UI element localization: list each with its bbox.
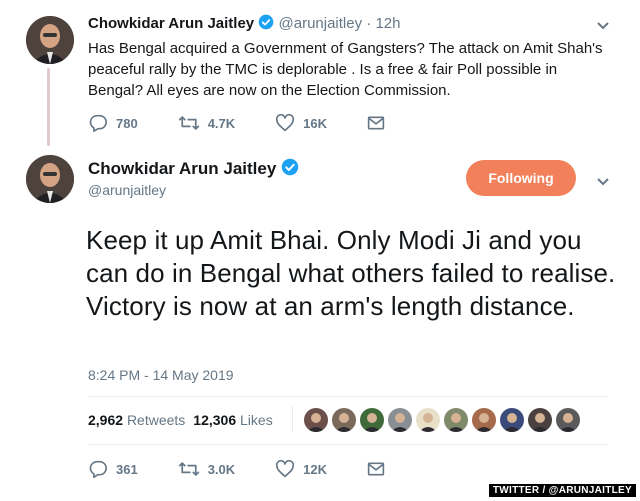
reply-action[interactable]: 361 [88, 460, 138, 478]
reply-tweet-time[interactable]: · 12h [366, 15, 400, 32]
retweet-count: 4.7K [207, 115, 236, 131]
chevron-down-icon[interactable] [596, 18, 610, 36]
main-tweet-text: Keep it up Amit Bhai. Only Modi Ji and y… [86, 225, 616, 321]
verified-icon [281, 158, 299, 181]
main-tweet-avatar[interactable] [26, 155, 74, 203]
liker-avatar[interactable] [444, 408, 468, 432]
reply-count: 361 [116, 461, 138, 477]
reply-tweet-text: Has Bengal acquired a Government of Gang… [88, 40, 603, 99]
verified-icon [258, 14, 274, 34]
like-action[interactable]: 16K [275, 114, 327, 132]
message-icon [367, 115, 385, 131]
message-action[interactable] [367, 460, 385, 478]
reply-tweet-header: Chowkidar Arun Jaitley @arunjaitley · 12… [88, 14, 608, 34]
liker-avatar[interactable] [528, 408, 552, 432]
retweet-count: 3.0K [207, 461, 236, 477]
source-watermark: TWITTER / @ARUNJAITLEY [488, 484, 636, 497]
reply-action[interactable]: 780 [88, 114, 138, 132]
divider [292, 406, 293, 432]
likes-stat-count: 12,306 [193, 412, 237, 428]
retweets-stat-label: Retweets [126, 412, 186, 428]
reply-tweet-actions: 780 4.7K 16K [88, 114, 385, 132]
liker-avatar[interactable] [500, 408, 524, 432]
likes-stat-label: Likes [240, 412, 273, 428]
liker-avatar[interactable] [332, 408, 356, 432]
divider [88, 444, 608, 445]
main-tweet-handle[interactable]: @arunjaitley [88, 182, 166, 198]
reply-icon [88, 114, 108, 132]
retweet-icon [178, 461, 200, 477]
liker-avatar[interactable] [388, 408, 412, 432]
like-count: 16K [303, 115, 328, 131]
like-icon [275, 114, 295, 132]
engagement-stats: 2,962 Retweets 12,306 Likes [88, 412, 273, 428]
divider [88, 396, 608, 397]
reply-tweet-avatar[interactable] [26, 16, 74, 64]
main-tweet-author: Chowkidar Arun Jaitley [88, 158, 299, 181]
like-icon [275, 460, 295, 478]
liker-avatars [304, 408, 580, 432]
following-button[interactable]: Following [466, 160, 576, 196]
retweet-action[interactable]: 4.7K [178, 114, 235, 132]
reply-tweet-author-name[interactable]: Chowkidar Arun Jaitley [88, 15, 254, 32]
main-tweet-actions: 361 3.0K 12K [88, 460, 385, 478]
retweet-icon [178, 115, 200, 131]
liker-avatar[interactable] [304, 408, 328, 432]
liker-avatar[interactable] [416, 408, 440, 432]
message-icon [367, 461, 385, 477]
message-action[interactable] [367, 114, 385, 132]
retweets-stat-count: 2,962 [88, 412, 124, 428]
reply-count: 780 [116, 115, 138, 131]
thread-connector-line [47, 68, 50, 146]
chevron-down-icon[interactable] [596, 174, 610, 192]
retweets-stat[interactable]: 2,962 Retweets [88, 412, 185, 428]
like-count: 12K [303, 461, 328, 477]
reply-tweet-handle[interactable]: @arunjaitley [279, 15, 363, 32]
retweet-action[interactable]: 3.0K [178, 460, 235, 478]
liker-avatar[interactable] [360, 408, 384, 432]
main-tweet-timestamp[interactable]: 8:24 PM - 14 May 2019 [88, 367, 234, 383]
main-tweet-author-name[interactable]: Chowkidar Arun Jaitley [88, 159, 276, 178]
liker-avatar[interactable] [472, 408, 496, 432]
like-action[interactable]: 12K [275, 460, 327, 478]
likes-stat[interactable]: 12,306 Likes [193, 412, 272, 428]
reply-icon [88, 460, 108, 478]
liker-avatar[interactable] [556, 408, 580, 432]
